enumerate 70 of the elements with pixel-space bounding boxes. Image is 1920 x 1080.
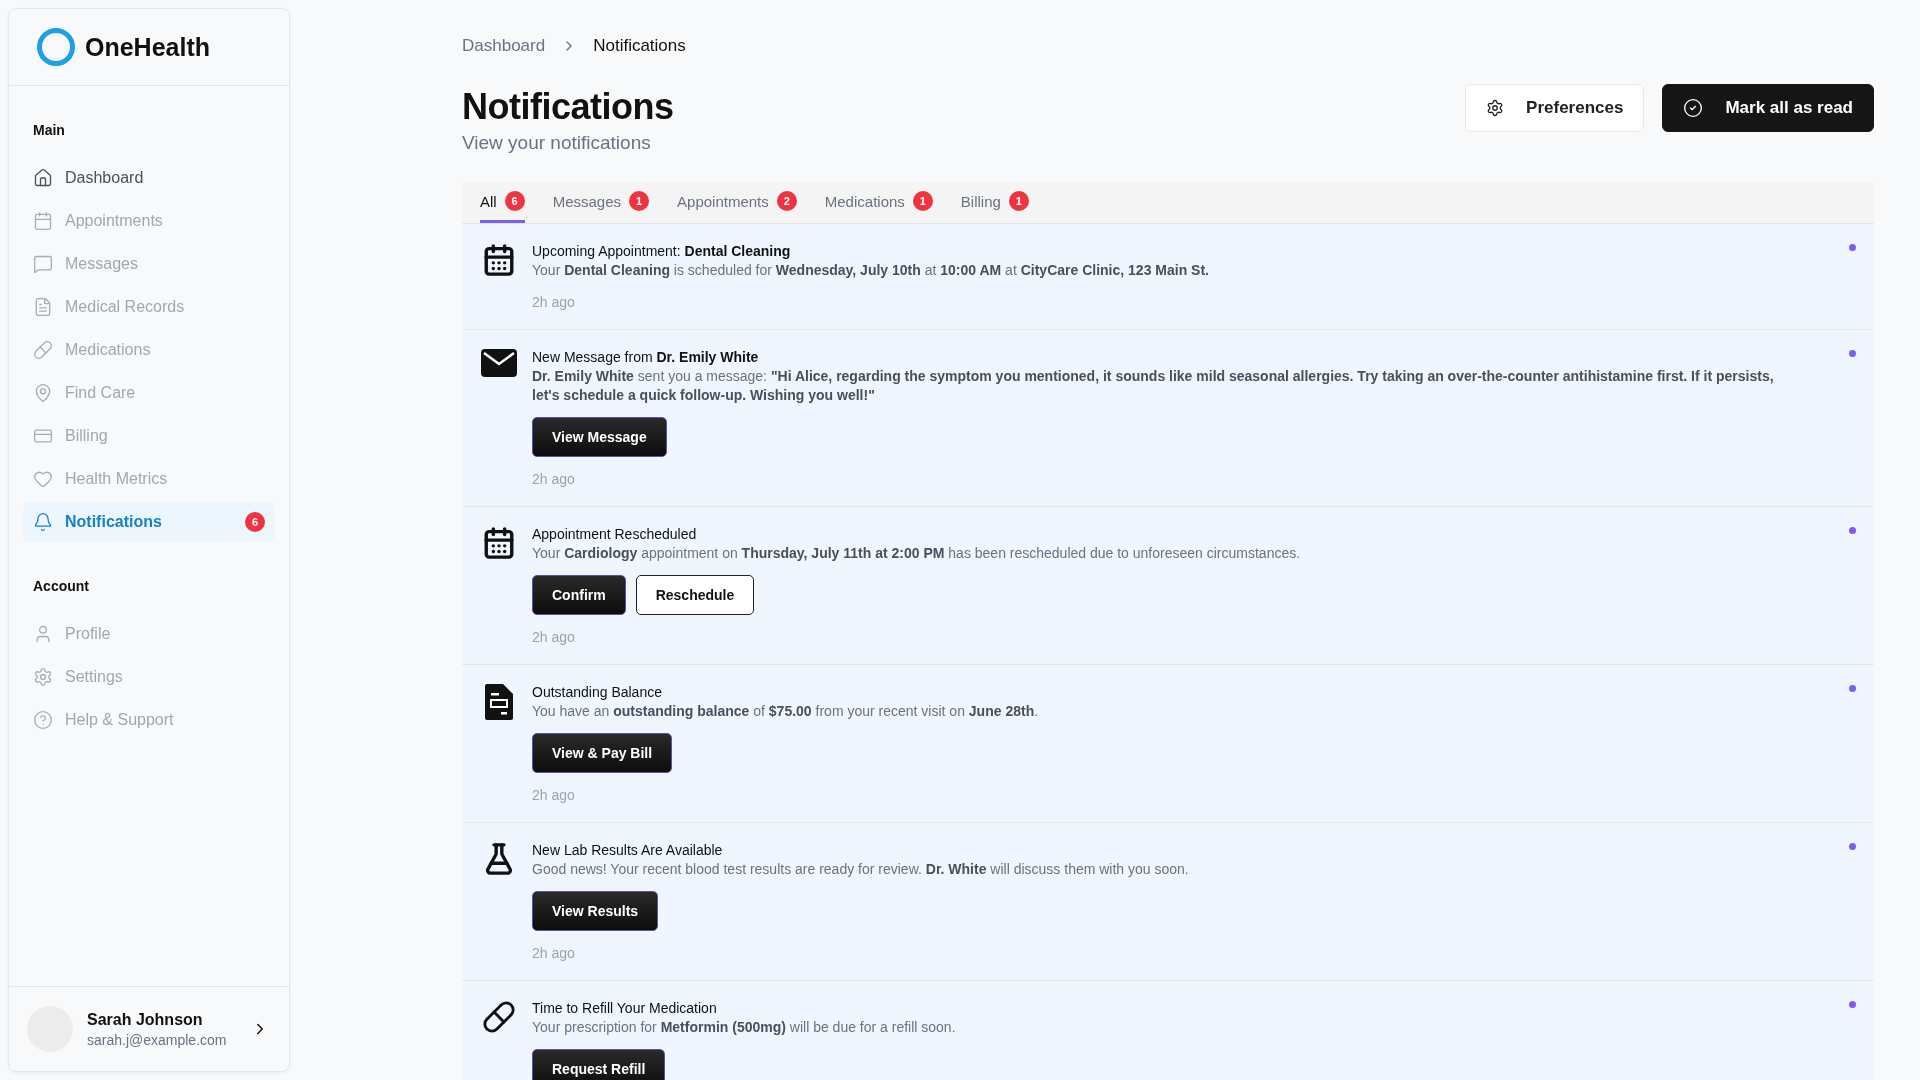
user-name: Sarah Johnson (87, 1010, 204, 1029)
count-badge: 6 (245, 512, 265, 532)
preferences-button[interactable]: Preferences (1465, 84, 1645, 132)
unread-dot (1849, 843, 1856, 850)
unread-dot (1849, 244, 1856, 251)
mark-read-button[interactable]: Mark all as read (1662, 84, 1874, 132)
breadcrumb-link[interactable]: Notifications (593, 36, 686, 56)
page-title: Notifications (462, 86, 674, 128)
notification-text: Good news! Your recent blood test results are ready for review. Dr. White will discuss them with you soon. (532, 860, 1190, 879)
calendar-icon (482, 526, 516, 560)
notification-title: New Lab Results Are Available (532, 842, 724, 858)
count-badge: 1 (629, 191, 650, 211)
count-badge: 1 (912, 191, 933, 211)
unread-dot (1849, 685, 1856, 692)
user-email: sarah.j@example.com (87, 1031, 228, 1048)
notification-title: Appointment Rescheduled (532, 526, 698, 542)
filter-tab[interactable]: Messages 1 (552, 182, 650, 223)
help-icon (33, 710, 53, 730)
timestamp: 2h ago (532, 471, 576, 487)
settings-icon (1486, 99, 1505, 117)
check-circle-icon (1683, 98, 1704, 118)
unread-dot (1849, 527, 1856, 534)
calendar-icon (33, 211, 53, 231)
bell-icon (33, 512, 53, 532)
document-icon (33, 297, 53, 317)
action-button[interactable]: View Results (532, 891, 659, 931)
page-subtitle: View your notifications (462, 132, 652, 154)
logo-icon (37, 28, 75, 66)
count-badge: 6 (504, 191, 525, 211)
notification-text: Dr. Emily White sent you a message: "Hi Alice, regarding the symptom you mentioned, it sounds like mild seasonal allergies. Try taking an over-the-counter antihistamine first. If it persists, let's schedule a quick follow-up. Wishing you well!" (532, 367, 1775, 405)
unread-dot (1849, 1001, 1856, 1008)
pill-icon (33, 340, 53, 360)
unread-dot (1849, 350, 1856, 357)
section-title: Main (33, 122, 65, 138)
brand-name: OneHealth (85, 32, 211, 62)
notification-text: Your Cardiology appointment on Thursday, July 11th at 2:00 PM has been rescheduled due to unforeseen circumstances. (532, 544, 1302, 563)
pill-icon (482, 1000, 516, 1034)
count-badge: 2 (776, 191, 797, 211)
home-icon (33, 168, 53, 188)
filter-tab[interactable]: Billing 1 (960, 182, 1029, 223)
notification-title: Upcoming Appointment: Dental Cleaning (532, 243, 792, 259)
timestamp: 2h ago (532, 787, 576, 803)
filter-tab[interactable]: Medications 1 (824, 182, 933, 223)
action-button[interactable]: Reschedule (635, 575, 755, 615)
action-button[interactable]: View Message (532, 417, 667, 457)
timestamp: 2h ago (532, 945, 576, 961)
notification-title: New Message from Dr. Emily White (532, 349, 760, 365)
heart-icon (33, 469, 53, 489)
filter-tab[interactable]: Appointments 2 (677, 182, 797, 223)
notification-title: Outstanding Balance (532, 684, 663, 700)
settings-icon (33, 667, 53, 687)
notification-text: Your Dental Cleaning is scheduled for Wednesday, July 10th at 10:00 AM at CityCare Clinic, 123 Main St. (532, 261, 1210, 280)
envelope-icon (481, 349, 517, 377)
timestamp: 2h ago (532, 629, 576, 645)
timestamp: 2h ago (532, 294, 576, 310)
notification-text: You have an outstanding balance of $75.00 from your recent visit on June 28th. (532, 702, 1040, 721)
count-badge: 1 (1008, 191, 1029, 211)
calendar-icon (482, 243, 516, 277)
location-pin-icon (33, 383, 53, 403)
notification-text: Your prescription for Metformin (500mg) will be due for a refill soon. (532, 1018, 957, 1037)
nav-item[interactable]: Dashboard (23, 158, 275, 198)
notification-title: Time to Refill Your Medication (532, 1000, 718, 1016)
action-button[interactable]: Confirm (532, 575, 626, 615)
breadcrumb-link[interactable]: Dashboard (462, 36, 546, 56)
document-icon (485, 684, 513, 720)
action-button[interactable]: View & Pay Bill (532, 733, 673, 773)
nav-item[interactable]: Notifications 6 (23, 502, 275, 542)
chat-bubble-icon (33, 254, 53, 274)
action-button[interactable]: Request Refill (532, 1049, 666, 1080)
section-title: Account (33, 578, 89, 594)
